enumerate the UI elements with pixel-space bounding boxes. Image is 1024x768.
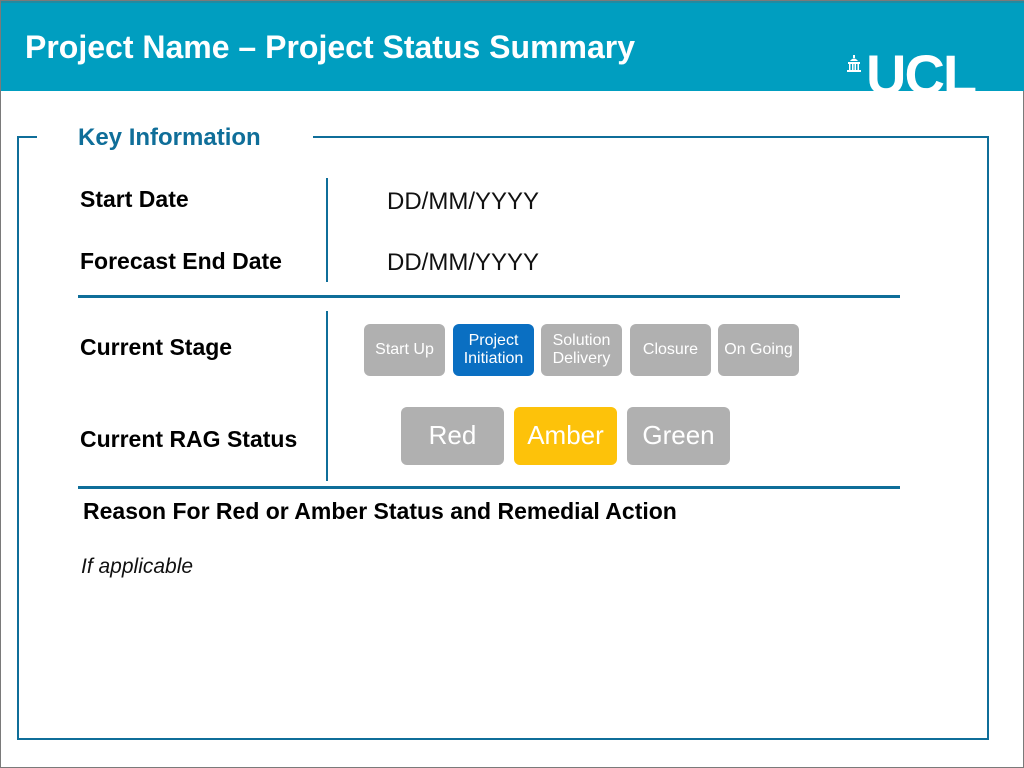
section-title: Key Information <box>78 124 261 151</box>
frame-top-left-line <box>17 136 37 138</box>
frame-top-right-line <box>313 136 989 138</box>
start-date-label: Start Date <box>80 186 189 212</box>
page-title: Project Name – Project Status Summary <box>25 29 636 65</box>
stage-project-initiation[interactable]: Project Initiation <box>453 324 534 376</box>
logo-text: UCL <box>866 51 977 93</box>
stage-start-up[interactable]: Start Up <box>364 324 445 376</box>
dates-separator <box>78 295 900 298</box>
forecast-end-date-label: Forecast End Date <box>80 248 282 274</box>
stage-on-going[interactable]: On Going <box>718 324 799 376</box>
stage-divider <box>326 311 328 481</box>
rag-red[interactable]: Red <box>401 407 504 465</box>
dates-divider <box>326 178 328 282</box>
start-date-value: DD/MM/YYYY <box>387 188 540 215</box>
ucl-logo: UCL <box>846 51 996 93</box>
stage-solution-delivery[interactable]: Solution Delivery <box>541 324 622 376</box>
rag-green[interactable]: Green <box>627 407 730 465</box>
portico-building-icon <box>847 55 861 72</box>
rag-separator <box>78 486 900 489</box>
rag-amber[interactable]: Amber <box>514 407 617 465</box>
header-banner: Project Name – Project Status Summary UC… <box>1 1 1024 93</box>
forecast-end-date-value: DD/MM/YYYY <box>387 249 540 276</box>
rag-status-label: Current RAG Status <box>80 426 298 452</box>
current-stage-label: Current Stage <box>80 334 233 360</box>
reason-note[interactable]: If applicable <box>81 555 193 579</box>
stage-closure[interactable]: Closure <box>630 324 711 376</box>
reason-title: Reason For Red or Amber Status and Remed… <box>83 498 677 524</box>
